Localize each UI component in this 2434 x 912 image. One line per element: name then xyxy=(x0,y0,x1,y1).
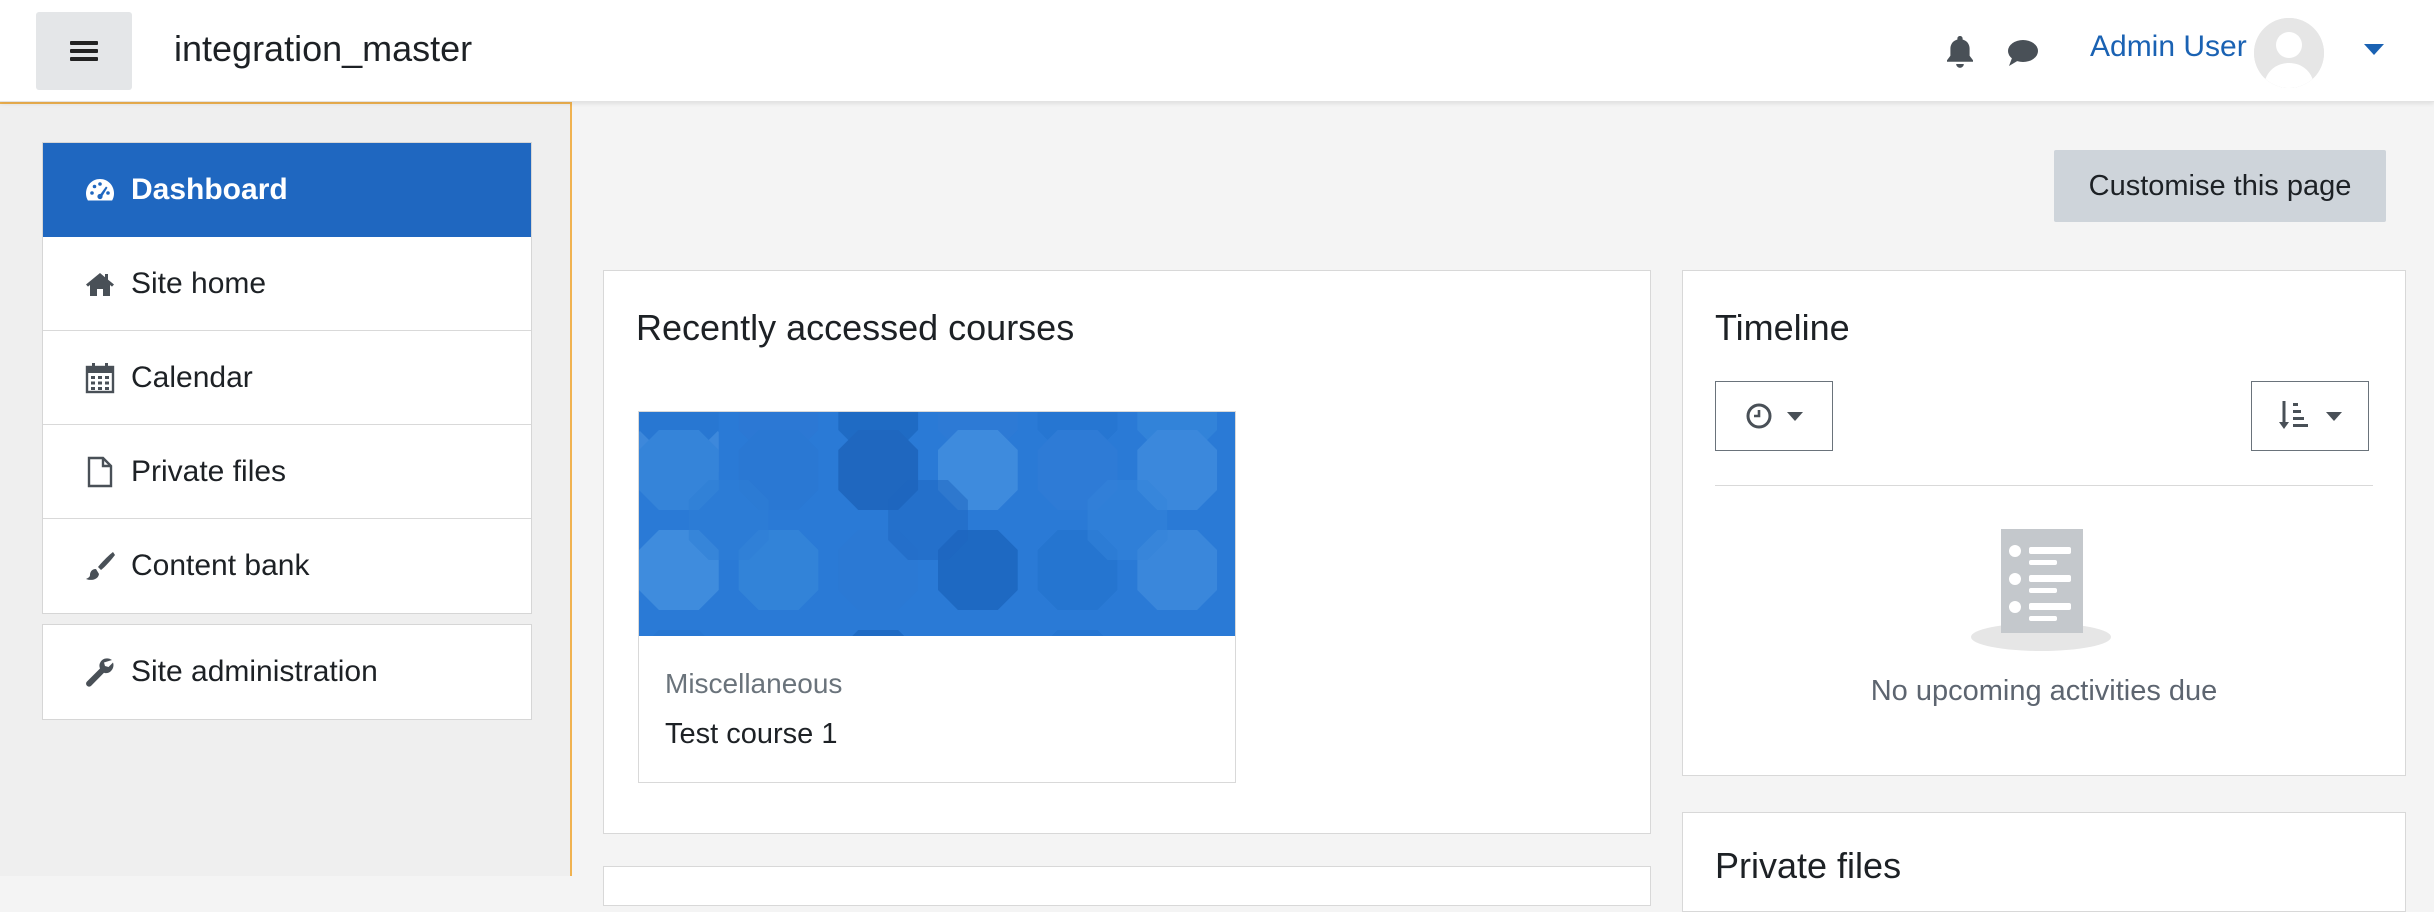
hamburger-menu-button[interactable] xyxy=(36,12,132,90)
course-card[interactable]: Miscellaneous Test course 1 xyxy=(638,411,1236,783)
block-title: Recently accessed courses xyxy=(636,307,1075,348)
chevron-down-icon[interactable] xyxy=(2364,44,2384,55)
bell-icon[interactable] xyxy=(1944,34,1976,70)
nav-item-site-home[interactable]: Site home xyxy=(43,237,531,331)
main-nav-list: Dashboard Site home Calendar Private fil… xyxy=(42,142,532,614)
avatar[interactable] xyxy=(2254,18,2324,88)
nav-item-label: Site home xyxy=(131,266,267,300)
chat-icon[interactable] xyxy=(2006,38,2040,68)
course-category: Miscellaneous xyxy=(665,668,843,699)
clock-icon xyxy=(1746,403,1772,429)
user-avatar-icon xyxy=(2254,18,2324,88)
divider xyxy=(1715,485,2373,486)
sort-icon xyxy=(2279,401,2308,429)
nav-item-label: Site administration xyxy=(131,655,378,688)
nav-item-content-bank[interactable]: Content bank xyxy=(43,519,531,613)
timeline-block: Timeline No upcoming activities due xyxy=(1682,270,2406,776)
hamburger-menu-icon xyxy=(70,40,98,62)
empty-state-text: No upcoming activities due xyxy=(1870,675,2218,707)
recent-courses-block: Recently accessed courses Miscellaneous … xyxy=(603,270,1651,834)
empty-list-icon xyxy=(1971,529,2111,651)
file-icon xyxy=(83,455,117,489)
admin-nav-list: Site administration xyxy=(42,624,532,720)
nav-item-label: Calendar xyxy=(131,360,253,394)
nav-item-label: Content bank xyxy=(131,549,310,582)
dashboard-icon xyxy=(83,173,117,207)
nav-item-site-administration[interactable]: Site administration xyxy=(43,625,531,719)
chevron-down-icon xyxy=(1787,411,1803,421)
chevron-down-icon xyxy=(2326,411,2342,421)
customise-page-button[interactable]: Customise this page xyxy=(2054,150,2386,222)
top-navbar: integration_master Admin User xyxy=(0,0,2434,102)
paintbrush-icon xyxy=(83,549,117,583)
nav-item-label: Dashboard xyxy=(131,173,288,206)
nav-item-dashboard[interactable]: Dashboard xyxy=(43,143,531,237)
user-name-link[interactable]: Admin User xyxy=(2090,30,2247,64)
timeline-filter-button[interactable] xyxy=(1715,381,1833,451)
calendar-icon xyxy=(83,361,117,395)
course-image[interactable] xyxy=(639,412,1235,710)
block-title: Private files xyxy=(1715,845,1902,886)
site-title[interactable]: integration_master xyxy=(174,28,472,70)
timeline-sort-button[interactable] xyxy=(2251,381,2369,451)
main-content-block xyxy=(603,866,1651,906)
private-files-block: Private files xyxy=(1682,812,2406,912)
home-icon xyxy=(83,267,117,301)
block-title: Timeline xyxy=(1715,307,1850,348)
course-name-link[interactable]: Test course 1 xyxy=(665,718,837,751)
wrench-icon xyxy=(83,655,117,689)
nav-drawer: Dashboard Site home Calendar Private fil… xyxy=(0,102,572,876)
nav-item-calendar[interactable]: Calendar xyxy=(43,331,531,425)
nav-item-private-files[interactable]: Private files xyxy=(43,425,531,519)
nav-item-label: Private files xyxy=(131,454,287,488)
